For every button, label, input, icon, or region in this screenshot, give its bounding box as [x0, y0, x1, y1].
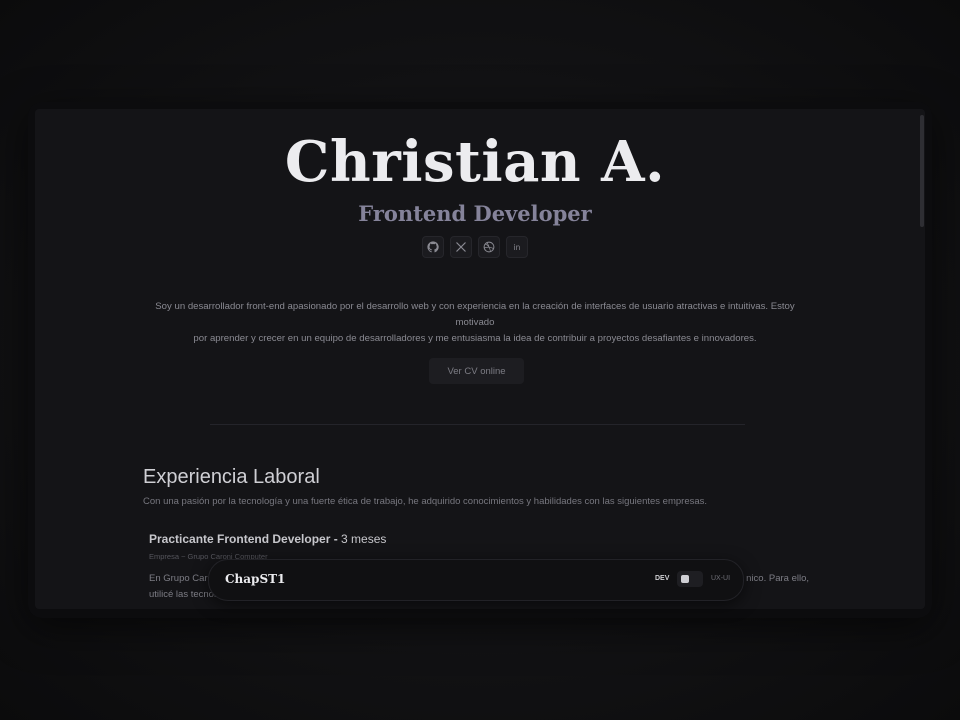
scrollbar[interactable] — [920, 115, 924, 227]
linkedin-icon: in — [514, 243, 521, 252]
job-title: Practicante Frontend Developer - 3 meses — [149, 532, 386, 546]
view-cv-button[interactable]: Ver CV online — [429, 358, 524, 384]
experience-subtitle: Con una pasión por la tecnología y una f… — [143, 496, 708, 507]
linkedin-link[interactable]: in — [506, 236, 528, 258]
job-desc-tail: nico. Para ello, — [746, 573, 809, 584]
job-duration: 3 meses — [341, 532, 387, 546]
svg-text:in: in — [514, 243, 521, 252]
experience-title: Experiencia Laboral — [143, 466, 320, 488]
hero-role: Frontend Developer — [358, 201, 592, 226]
github-link[interactable] — [422, 236, 444, 258]
section-divider — [210, 424, 745, 425]
dribbble-link[interactable] — [478, 236, 500, 258]
hero-name: Christian A. — [284, 129, 666, 195]
dev-uxui-toggle[interactable] — [677, 571, 703, 587]
x-link[interactable] — [450, 236, 472, 258]
floating-dock: ChapST1 DEV UX-UI — [208, 559, 744, 601]
toggle-label-dev: DEV — [655, 575, 670, 582]
bio-line-1: Soy un desarrollador front-end apasionad… — [155, 301, 795, 328]
x-icon — [456, 242, 466, 252]
social-links: in — [35, 236, 915, 258]
dock-logo[interactable]: ChapST1 — [225, 572, 285, 586]
github-icon — [427, 241, 439, 253]
bio-line-2: por aprender y crecer en un equipo de de… — [193, 333, 757, 344]
job-role: Practicante Frontend Developer - — [149, 532, 342, 546]
toggle-label-uxui: UX-UI — [711, 575, 731, 582]
toggle-knob[interactable] — [681, 575, 689, 583]
portfolio-page: Christian A. Frontend Developer in Soy u… — [35, 109, 925, 609]
dribbble-icon — [483, 241, 495, 253]
bio-text: Soy un desarrollador front-end apasionad… — [145, 299, 805, 347]
